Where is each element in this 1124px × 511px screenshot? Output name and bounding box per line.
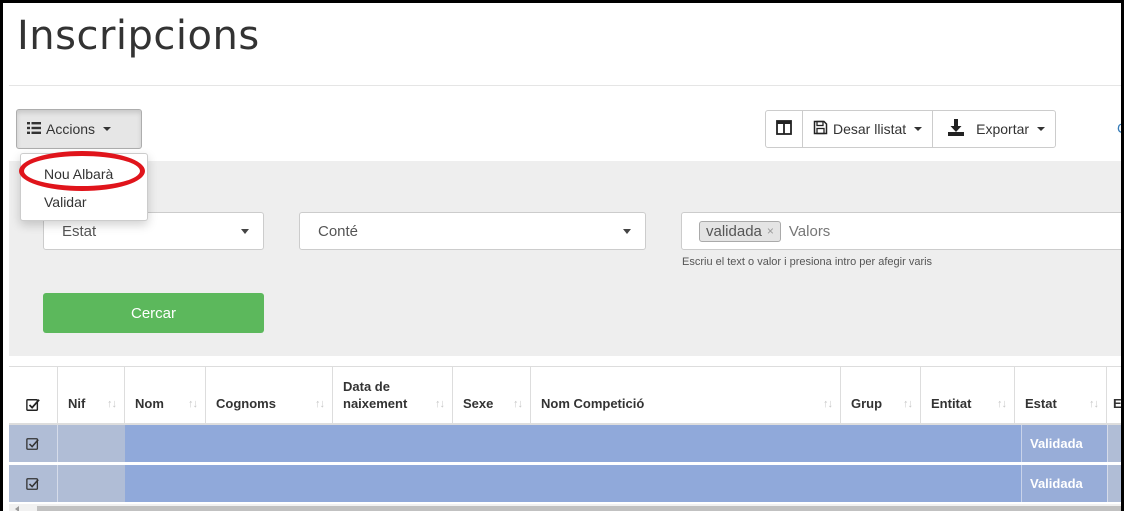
value-tag-label: validada bbox=[706, 222, 762, 240]
column-label: Cognoms bbox=[216, 396, 276, 411]
selected-row-cells bbox=[125, 425, 1021, 462]
checkbox-checked-icon bbox=[26, 399, 40, 411]
search-button[interactable]: Cercar bbox=[43, 293, 264, 333]
sort-icon: ↑↓ bbox=[903, 398, 913, 410]
checkbox-checked-icon bbox=[26, 477, 39, 490]
filter-help-text: Escriu el text o valor i presiona intro … bbox=[682, 256, 933, 268]
column-header-estat[interactable]: Estat ↑↓ bbox=[1015, 367, 1107, 424]
column-label: Nif bbox=[68, 396, 86, 411]
floppy-disk-icon bbox=[813, 120, 828, 138]
sort-icon: ↑↓ bbox=[997, 398, 1007, 410]
table-row[interactable]: Validada bbox=[9, 465, 1121, 503]
caret-down-icon bbox=[103, 127, 112, 131]
caret-down-icon bbox=[1037, 127, 1046, 131]
select-arrow-icon bbox=[623, 229, 631, 234]
column-label: Sexe bbox=[463, 396, 494, 411]
cell-clipped bbox=[1107, 425, 1121, 462]
column-header-competicio[interactable]: Nom Competició ↑↓ bbox=[531, 367, 841, 424]
checkbox-checked-icon bbox=[26, 437, 39, 450]
column-label: Estat bbox=[1025, 396, 1057, 411]
cell-estat: Validada bbox=[1021, 465, 1107, 502]
menu-item-nou-albara[interactable]: Nou Albarà bbox=[44, 166, 113, 182]
menu-item-validar[interactable]: Validar bbox=[44, 194, 87, 210]
download-icon bbox=[947, 119, 965, 139]
actions-dropdown-menu: Nou Albarà Validar bbox=[20, 153, 148, 221]
column-label: Entitat bbox=[931, 396, 972, 411]
column-header-nom[interactable]: Nom ↑↓ bbox=[125, 367, 206, 424]
table-row[interactable]: Validada bbox=[9, 425, 1121, 463]
column-label: Nom Competició bbox=[541, 396, 645, 411]
cell-nif bbox=[58, 465, 125, 502]
column-header-clipped[interactable]: En bbox=[1107, 367, 1122, 424]
column-label: Nom bbox=[135, 396, 164, 411]
column-label: Data de naixement bbox=[343, 379, 408, 411]
filter-field-value: Estat bbox=[62, 222, 97, 240]
row-checkbox[interactable] bbox=[9, 465, 58, 502]
filter-operator-value: Conté bbox=[318, 222, 359, 240]
column-header-birthdate[interactable]: Data de naixement ↑↓ bbox=[333, 367, 453, 424]
scroll-left-icon[interactable] bbox=[15, 506, 19, 511]
value-tag: validada × bbox=[699, 220, 781, 242]
column-header-sexe[interactable]: Sexe ↑↓ bbox=[453, 367, 531, 424]
sort-icon: ↑↓ bbox=[107, 398, 117, 410]
page-frame: Inscripcions Accions Desar llistat Expor… bbox=[0, 0, 1124, 511]
columns-button[interactable] bbox=[766, 111, 803, 147]
clipped-toolbar-link[interactable]: C bbox=[1117, 120, 1121, 136]
columns-icon bbox=[776, 120, 792, 138]
save-list-label: Desar llistat bbox=[833, 121, 907, 137]
horizontal-scrollbar[interactable] bbox=[9, 504, 1121, 511]
export-button[interactable]: Exportar bbox=[933, 111, 1055, 147]
row-checkbox[interactable] bbox=[9, 425, 58, 462]
actions-button[interactable]: Accions bbox=[16, 109, 142, 149]
save-list-button[interactable]: Desar llistat bbox=[803, 111, 934, 147]
list-toolbar-group: Desar llistat Exportar bbox=[765, 110, 1057, 148]
actions-label: Accions bbox=[46, 121, 96, 137]
column-header-nif[interactable]: Nif ↑↓ bbox=[58, 367, 125, 424]
column-label: Grup bbox=[851, 396, 883, 411]
selected-row-cells bbox=[125, 465, 1021, 502]
column-header-entitat[interactable]: Entitat ↑↓ bbox=[921, 367, 1015, 424]
filter-operator-select[interactable]: Conté bbox=[299, 212, 646, 250]
sort-icon: ↑↓ bbox=[188, 398, 198, 410]
sort-icon: ↑↓ bbox=[435, 398, 445, 410]
filter-values-input[interactable]: validada × Valors bbox=[681, 212, 1121, 250]
remove-tag-icon[interactable]: × bbox=[767, 224, 774, 238]
export-label: Exportar bbox=[976, 121, 1030, 137]
column-label: En bbox=[1113, 396, 1122, 411]
sort-icon: ↑↓ bbox=[513, 398, 523, 410]
title-divider bbox=[9, 85, 1121, 86]
cell-clipped bbox=[1107, 465, 1121, 502]
list-icon bbox=[27, 121, 41, 137]
sort-icon: ↑↓ bbox=[315, 398, 325, 410]
select-arrow-icon bbox=[241, 229, 249, 234]
sort-icon: ↑↓ bbox=[823, 398, 833, 410]
table-header: Nif ↑↓ Nom ↑↓ Cognoms ↑↓ Data de naixemen… bbox=[9, 366, 1122, 425]
column-header-cognoms[interactable]: Cognoms ↑↓ bbox=[206, 367, 333, 424]
values-placeholder: Valors bbox=[788, 222, 831, 240]
cell-nif bbox=[58, 425, 125, 462]
sort-icon: ↑↓ bbox=[1089, 398, 1099, 410]
scrollbar-thumb[interactable] bbox=[37, 506, 1121, 511]
caret-down-icon bbox=[914, 127, 923, 131]
column-header-grup[interactable]: Grup ↑↓ bbox=[841, 367, 921, 424]
cell-estat: Validada bbox=[1021, 425, 1107, 462]
select-all-header[interactable] bbox=[9, 367, 58, 424]
page-title: Inscripcions bbox=[17, 13, 260, 59]
